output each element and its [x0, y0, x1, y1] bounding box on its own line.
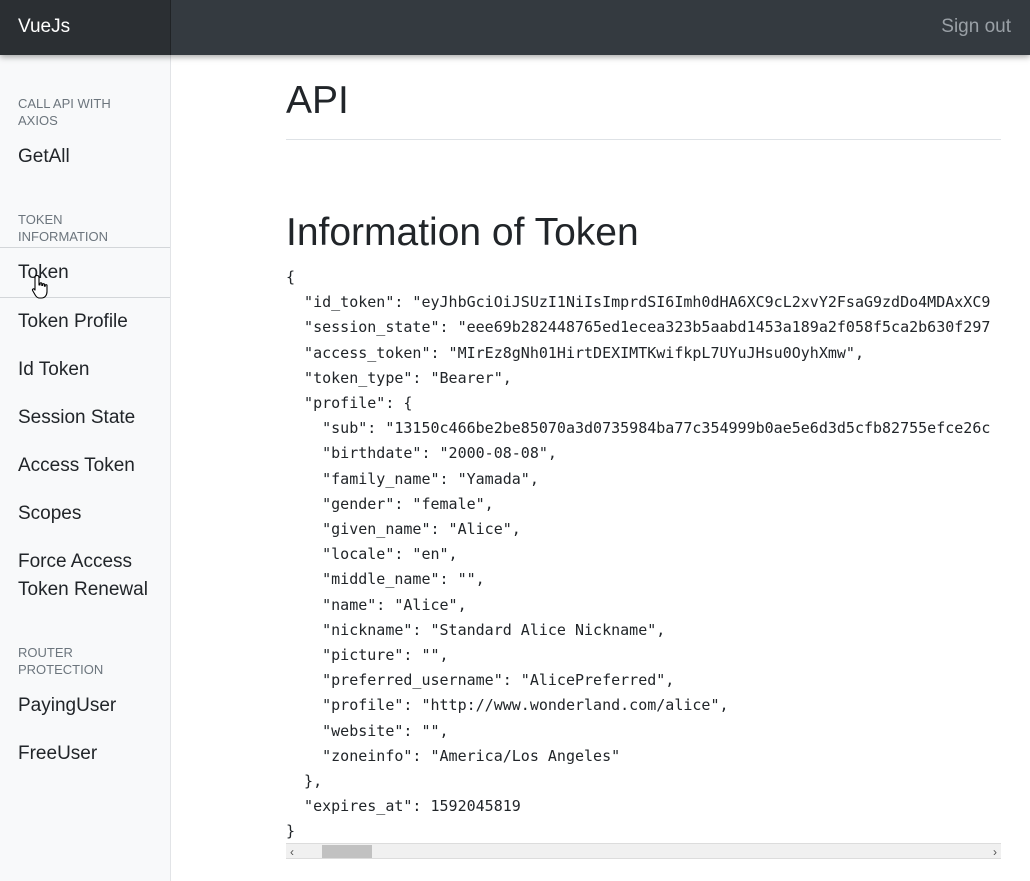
json-line: { [286, 268, 296, 286]
sidebar-item-payinguser[interactable]: PayingUser [0, 692, 170, 720]
json-line: "gender": "female", [286, 494, 494, 513]
scrollbar-thumb[interactable] [322, 845, 372, 858]
scroll-right-arrow-icon[interactable]: › [993, 845, 997, 859]
json-line: "zoneinfo": "America/Los Angeles" [286, 746, 621, 765]
sidebar-item-token-profile[interactable]: Token Profile [0, 308, 170, 336]
json-line: "sub": "13150c466be2be85070a3d0735984ba7… [286, 419, 991, 438]
sign-out-link[interactable]: Sign out [941, 16, 1011, 38]
json-line: "nickname": "Standard Alice Nickname", [286, 620, 666, 639]
sidebar-heading-router-protection: ROUTER PROTECTION [18, 645, 104, 677]
json-line: "family_name": "Yamada", [286, 469, 539, 488]
title-divider [286, 139, 1001, 140]
brand-area[interactable]: VueJs [0, 0, 171, 55]
hand-pointer-icon [31, 274, 48, 299]
sidebar-item-token[interactable]: Token [0, 247, 170, 298]
token-json-viewer[interactable]: { "id_token": "eyJhbGciOiJSUzI1NiIsImprd… [286, 265, 1001, 845]
json-line: }, [286, 772, 323, 791]
json-line: "preferred_username": "AlicePreferred", [286, 671, 675, 690]
top-navbar: VueJs Sign out [0, 0, 1030, 55]
brand-link[interactable]: VueJs [18, 16, 70, 38]
scroll-left-arrow-icon[interactable]: ‹ [290, 845, 294, 859]
json-line: "website": "", [286, 721, 449, 740]
sidebar: CALL API WITH AXIOS GetAll TOKEN INFORMA… [0, 55, 171, 881]
json-line: "given_name": "Alice", [286, 520, 521, 539]
json-line: "middle_name": "", [286, 570, 485, 589]
sidebar-heading-call-api: CALL API WITH AXIOS [18, 96, 111, 128]
sidebar-item-getall[interactable]: GetAll [0, 143, 170, 171]
sidebar-item-session-state[interactable]: Session State [0, 404, 170, 432]
section-title: Information of Token [286, 211, 639, 254]
sidebar-item-scopes[interactable]: Scopes [0, 500, 170, 528]
json-line: "expires_at": 1592045819 [286, 797, 521, 816]
json-line: "birthdate": "2000-08-08", [286, 444, 557, 463]
json-line: "id_token": "eyJhbGciOiJSUzI1NiIsImprdSI… [286, 293, 991, 312]
page-title: API [286, 79, 349, 122]
sidebar-item-force-renewal[interactable]: Force Access Token Renewal [0, 548, 170, 604]
json-line: "picture": "", [286, 646, 449, 665]
json-line: } [286, 822, 296, 841]
token-json-code: { "id_token": "eyJhbGciOiJSUzI1NiIsImprd… [286, 265, 1001, 845]
json-line: "token_type": "Bearer", [286, 368, 512, 387]
sidebar-item-freeuser[interactable]: FreeUser [0, 740, 170, 768]
sidebar-item-access-token[interactable]: Access Token [0, 452, 170, 480]
json-line: "profile": { [286, 394, 413, 413]
json-line: "name": "Alice", [286, 595, 467, 614]
json-line: "session_state": "eee69b282448765ed1ecea… [286, 318, 991, 337]
sidebar-heading-token-information: TOKEN INFORMATION [18, 212, 109, 244]
sidebar-item-id-token[interactable]: Id Token [0, 356, 170, 384]
horizontal-scrollbar[interactable]: ‹ › [286, 843, 1001, 859]
json-line: "profile": "http://www.wonderland.com/al… [286, 696, 729, 715]
json-line: "locale": "en", [286, 545, 458, 564]
json-line: "access_token": "MIrEz8gNh01HirtDEXIMTKw… [286, 343, 864, 362]
